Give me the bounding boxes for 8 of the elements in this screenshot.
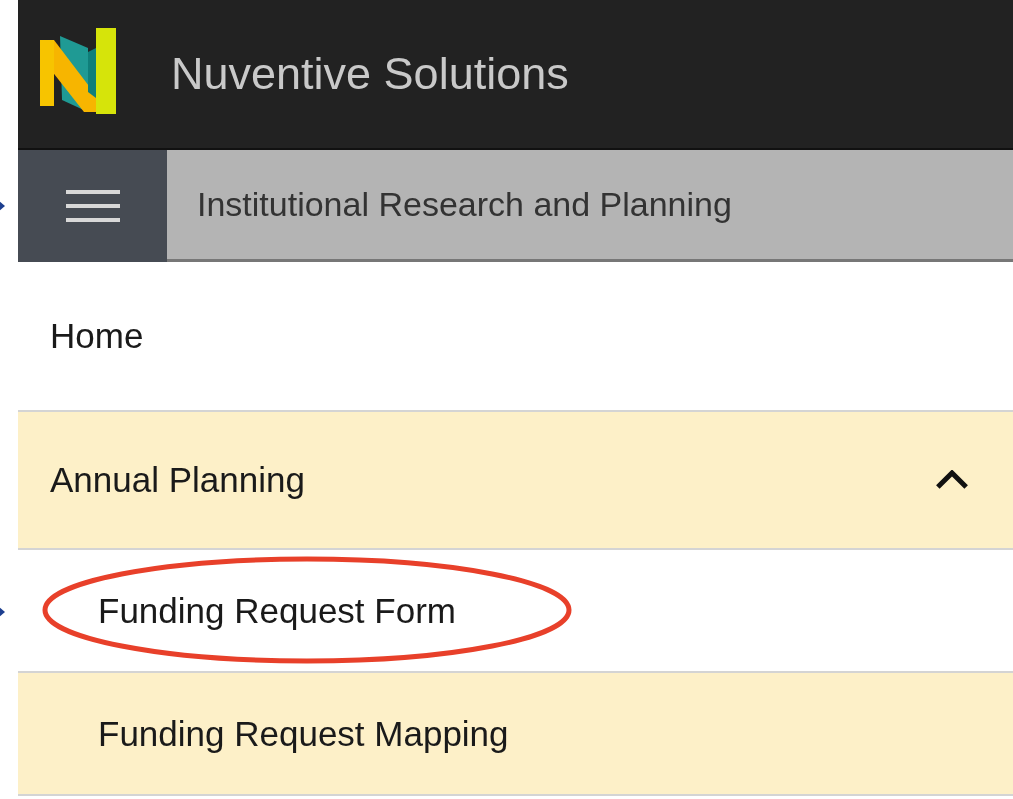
- menu-item[interactable]: Annual Planning: [18, 412, 1013, 550]
- section-title: Institutional Research and Planning: [197, 185, 732, 224]
- app-title: Nuventive Solutions: [171, 48, 569, 100]
- caret-icon: [935, 470, 969, 490]
- submenu-item[interactable]: Funding Request Mapping: [18, 673, 1013, 796]
- menu-button[interactable]: [18, 150, 167, 262]
- menu-icon: [65, 190, 120, 222]
- pointer-arrow-icon: [0, 606, 5, 617]
